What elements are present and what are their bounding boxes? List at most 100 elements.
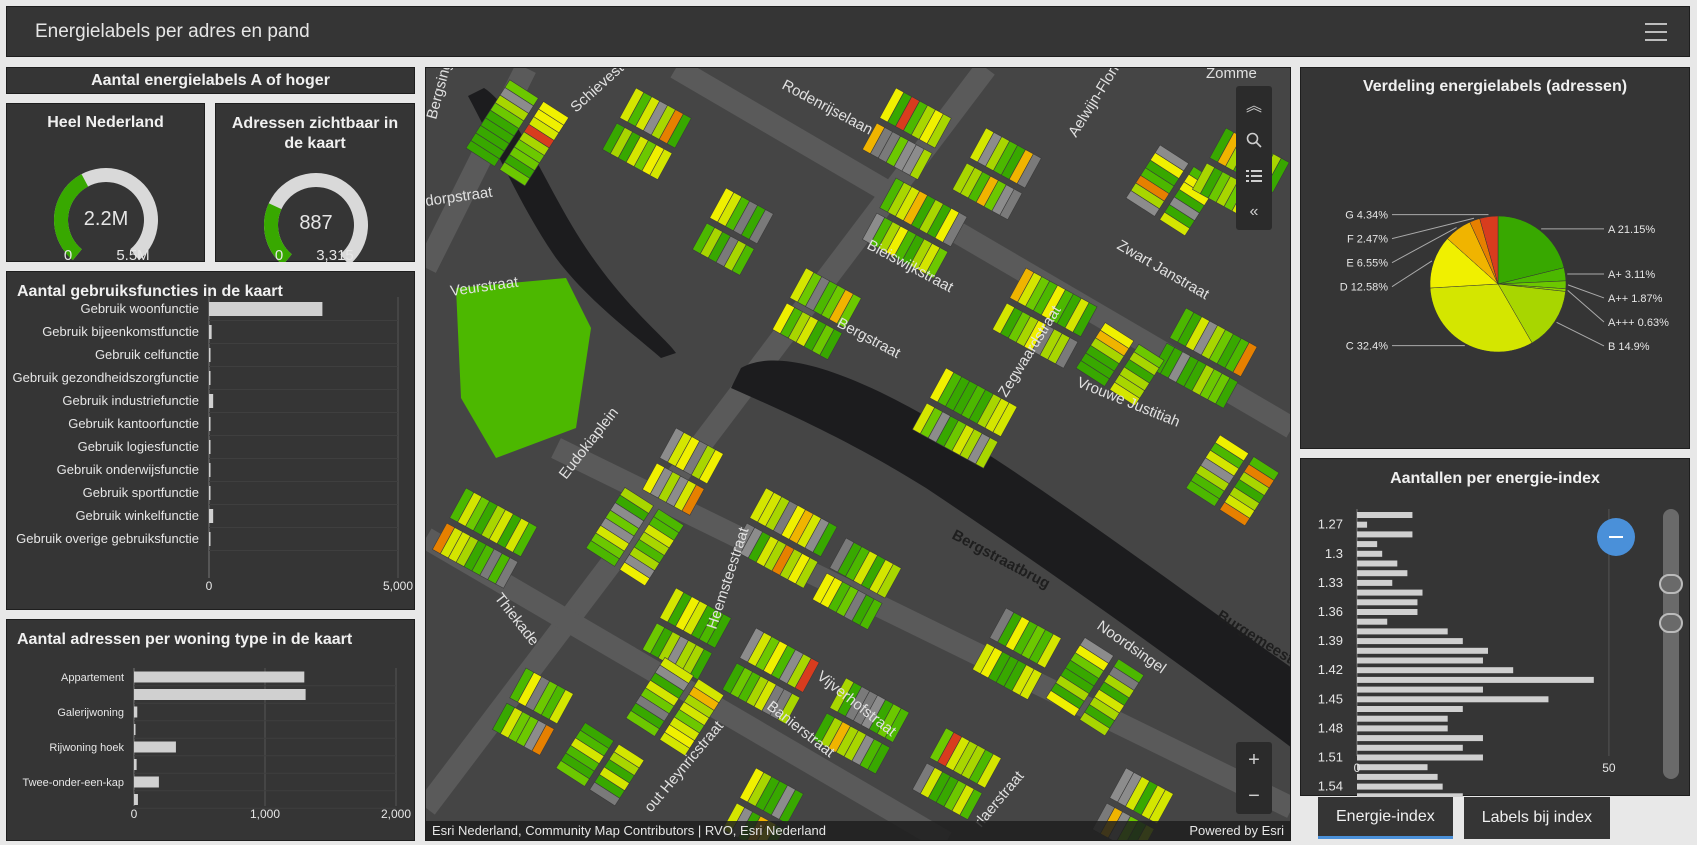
bar[interactable] [1357, 550, 1383, 557]
tick-label: 1.51 [1318, 750, 1343, 765]
bar[interactable] [1357, 715, 1448, 722]
bar[interactable] [209, 463, 211, 477]
bar-label: Gebruik industriefunctie [62, 393, 199, 408]
range-slider-handle-bottom[interactable] [1659, 613, 1683, 633]
app-title: Energielabels per adres en pand [35, 20, 310, 42]
bar[interactable] [1357, 764, 1428, 771]
search-icon[interactable] [1236, 122, 1272, 158]
bar[interactable] [1357, 570, 1408, 577]
bar[interactable] [134, 741, 176, 753]
bar[interactable] [1357, 599, 1418, 606]
bar[interactable] [1357, 589, 1423, 596]
gauge-map-panel: Adressen zichtbaar in de kaart 887 0 3,3… [215, 103, 415, 262]
pie-label: A++ 1.87% [1608, 293, 1663, 305]
bar[interactable] [1357, 696, 1549, 703]
range-slider-track[interactable] [1663, 509, 1679, 779]
bar[interactable] [209, 348, 211, 362]
bar[interactable] [1357, 512, 1413, 518]
pie-title: Verdeling energielabels (adressen) [1362, 78, 1628, 95]
pie-leader-line [1567, 289, 1605, 323]
bar[interactable] [1357, 706, 1463, 712]
tab-labels-bij-index[interactable]: Labels bij index [1463, 797, 1611, 839]
bar[interactable] [1357, 531, 1413, 538]
bar[interactable] [1357, 521, 1368, 528]
bar-label: Gebruik onderwijsfunctie [57, 462, 199, 477]
gauge-nl-value: 2.2M [84, 208, 128, 230]
tick-label: 1,000 [250, 807, 280, 821]
functions-panel: Aantal gebruiksfuncties in de kaart 0 5,0… [6, 271, 415, 610]
index-panel: Aantallen per energie-index 1.27 1.3 1.33 1… [1300, 458, 1690, 797]
bar-label: Twee-onder-een-kap [22, 777, 124, 789]
tick-label: 50 [1602, 761, 1616, 775]
bar[interactable] [209, 440, 211, 454]
bar[interactable] [1357, 638, 1463, 645]
tick-label: 1.45 [1318, 691, 1343, 706]
bar[interactable] [1357, 628, 1448, 635]
bar[interactable] [209, 302, 323, 316]
attribution-text: Esri Nederland, Community Map Contributo… [432, 823, 827, 838]
bar[interactable] [209, 371, 211, 385]
bar[interactable] [1357, 735, 1483, 742]
pie-label: G 4.34% [1345, 210, 1388, 222]
bar[interactable] [209, 532, 211, 546]
range-slider-handle-top[interactable] [1659, 574, 1683, 594]
index-chart: 1.27 1.3 1.33 1.36 1.39 1.42 1.45 1.48 1.51 1.54 0… [1318, 509, 1616, 797]
tick-label: 5,000 [383, 579, 413, 593]
bar-label: Rijwoning hoek [49, 742, 124, 754]
chevron-up-double-icon[interactable]: ︽ [1236, 86, 1272, 122]
bar[interactable] [134, 794, 138, 805]
bar[interactable] [1357, 541, 1378, 548]
tick-label: 1.54 [1318, 779, 1343, 794]
zoom-out-icon[interactable]: − [1236, 778, 1272, 814]
bar[interactable] [209, 509, 214, 523]
bar[interactable] [1357, 667, 1514, 674]
chevron-left-double-icon[interactable]: « [1236, 194, 1272, 230]
tab-energie-index[interactable]: Energie-index [1318, 797, 1453, 839]
bar[interactable] [209, 325, 212, 339]
zoom-in-icon[interactable]: + [1236, 742, 1272, 778]
map-view[interactable]: Bergsingel Schieveste Rodenrijselaan Ael… [425, 67, 1291, 841]
tick-label: 1.3 [1325, 546, 1343, 561]
tick-label: 1.33 [1318, 575, 1343, 590]
minus-circle-icon[interactable] [1597, 518, 1635, 556]
pie-leader-line [1391, 260, 1433, 288]
bar[interactable] [1357, 676, 1594, 683]
bar[interactable] [134, 776, 159, 788]
bar[interactable] [134, 759, 137, 770]
gauge-map-min: 0 [275, 247, 283, 262]
bar[interactable] [1357, 609, 1418, 615]
bar[interactable] [1357, 686, 1483, 693]
hamburger-menu-icon[interactable] [1645, 23, 1667, 41]
bar[interactable] [1357, 773, 1438, 780]
bar[interactable] [209, 417, 211, 431]
gauge-nl: 2.2M 0 5.5M [53, 168, 158, 262]
bar[interactable] [209, 394, 214, 408]
bar[interactable] [1357, 783, 1443, 790]
bar-label: Gebruik bijeenkomstfunctie [42, 324, 199, 339]
bar[interactable] [209, 486, 211, 500]
bar[interactable] [1357, 744, 1463, 751]
bar[interactable] [1357, 725, 1448, 732]
bar[interactable] [1357, 560, 1398, 567]
bar[interactable] [1357, 754, 1483, 761]
bar[interactable] [1357, 618, 1388, 625]
list-icon[interactable] [1236, 158, 1272, 194]
tick-label: 1.48 [1318, 720, 1343, 735]
gauge-map: 887 0 3,315 [264, 173, 368, 262]
tick-label: 0 [1354, 761, 1361, 775]
bar[interactable] [134, 706, 138, 718]
bar-label: Gebruik kantoorfunctie [68, 416, 199, 431]
bar[interactable] [1357, 579, 1393, 586]
bar[interactable] [1357, 657, 1483, 664]
functions-chart: 0 5,000 Gebruik woonfunctie Gebruik bijeenk… [13, 297, 413, 593]
bar-label: Gebruik woonfunctie [80, 301, 199, 316]
bar[interactable] [134, 689, 306, 700]
map-toolbar: ︽ « [1236, 86, 1272, 230]
powered-by[interactable]: Powered by Esri [1189, 823, 1284, 838]
map-canvas[interactable]: Bergsingel Schieveste Rodenrijselaan Ael… [426, 68, 1291, 841]
bar[interactable] [1357, 647, 1488, 654]
bar[interactable] [134, 724, 136, 735]
bar[interactable] [134, 671, 305, 683]
bar-label: Galerijwoning [57, 707, 124, 719]
woningtype-chart: 0 1,000 2,000 Appartement Galerijwoning Rijwo… [22, 668, 411, 821]
